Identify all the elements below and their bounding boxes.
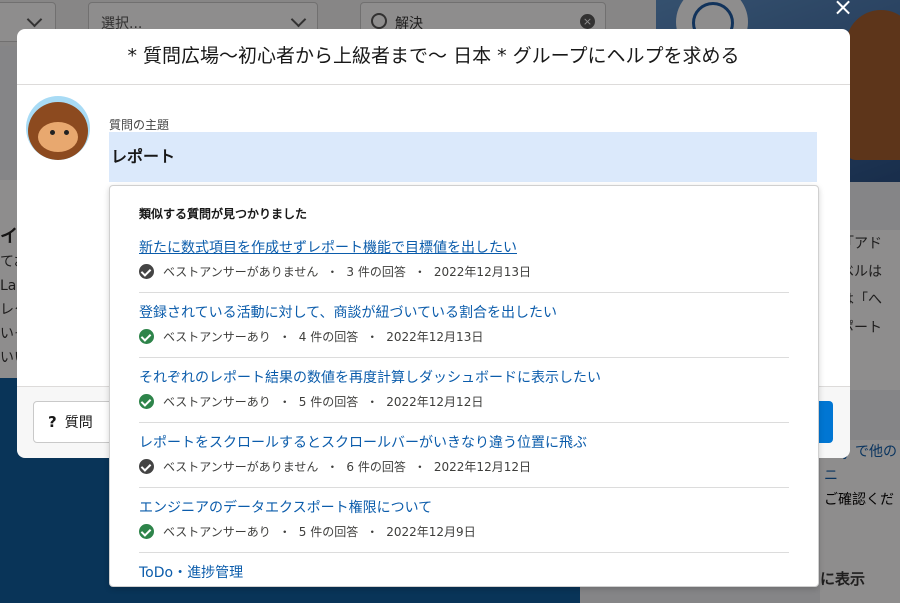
separator: ・ xyxy=(326,460,339,474)
separator: ・ xyxy=(413,265,426,279)
question-date: 2022年12月13日 xyxy=(433,265,531,279)
separator: ・ xyxy=(326,265,339,279)
ask-button-label: 質問 xyxy=(64,415,93,431)
question-meta: ベストアンサーあり・ 5 件の回答・ 2022年12月9日 xyxy=(139,523,476,540)
question-link[interactable]: ToDo・進捗管理 xyxy=(139,562,243,582)
list-item[interactable]: ToDo・進捗管理 xyxy=(139,553,789,586)
question-date: 2022年12月9日 xyxy=(386,525,476,539)
separator: ・ xyxy=(278,395,291,409)
separator: ・ xyxy=(278,525,291,539)
answer-count: 5 件の回答 xyxy=(298,525,359,539)
check-circle-icon xyxy=(139,459,154,474)
question-link[interactable]: それぞれのレポート結果の数値を再度計算しダッシュボードに表示したい xyxy=(139,367,601,387)
check-circle-icon xyxy=(139,524,154,539)
best-answer-status: ベストアンサーあり xyxy=(163,395,271,409)
question-icon: ? xyxy=(48,413,57,431)
subject-label: 質問の主題 xyxy=(109,118,170,132)
list-item[interactable]: それぞれのレポート結果の数値を再度計算しダッシュボードに表示したいベストアンサー… xyxy=(139,358,789,423)
question-link[interactable]: 登録されている活動に対して、商談が紐づいている割合を出したい xyxy=(139,302,557,322)
answer-count: 4 件の回答 xyxy=(298,330,359,344)
best-answer-status: ベストアンサーあり xyxy=(163,525,271,539)
best-answer-status: ベストアンサーあり xyxy=(163,330,271,344)
list-item[interactable]: 新たに数式項目を作成せずレポート機能で目標値を出したいベストアンサーがありません… xyxy=(139,228,789,293)
question-link[interactable]: レポートをスクロールするとスクロールバーがいきなり違う位置に飛ぶ xyxy=(139,432,587,452)
question-meta: ベストアンサーがありません・ 3 件の回答・ 2022年12月13日 xyxy=(139,263,531,280)
question-meta: ベストアンサーがありません・ 6 件の回答・ 2022年12月12日 xyxy=(139,458,531,475)
close-icon[interactable]: × xyxy=(830,0,856,20)
question-date: 2022年12月12日 xyxy=(433,460,531,474)
answer-count: 3 件の回答 xyxy=(346,265,406,279)
list-item[interactable]: 登録されている活動に対して、商談が紐づいている割合を出したい ベストアンサーあり・… xyxy=(139,293,789,358)
list-item[interactable]: レポートをスクロールするとスクロールバーがいきなり違う位置に飛ぶベストアンサーが… xyxy=(139,423,789,488)
separator: ・ xyxy=(366,395,379,409)
best-answer-status: ベストアンサーがありません xyxy=(163,265,319,279)
separator: ・ xyxy=(366,525,379,539)
similar-questions-dropdown: 類似する質問が見つかりました 新たに数式項目を作成せずレポート機能で目標値を出し… xyxy=(109,185,819,587)
check-circle-icon xyxy=(139,394,154,409)
separator: ・ xyxy=(413,460,426,474)
check-circle-icon xyxy=(139,329,154,344)
list-item[interactable]: エンジニアのデータエクスポート権限について ベストアンサーあり・ 5 件の回答・ 20… xyxy=(139,488,789,553)
question-meta: ベストアンサーあり・ 4 件の回答・ 2022年12月13日 xyxy=(139,328,483,345)
question-date: 2022年12月12日 xyxy=(386,395,484,409)
question-meta: ベストアンサーあり・ 5 件の回答・ 2022年12月12日 xyxy=(139,393,483,410)
question-link[interactable]: 新たに数式項目を作成せずレポート機能で目標値を出したい xyxy=(139,237,517,257)
subject-input[interactable]: レポート xyxy=(109,132,817,182)
check-circle-icon xyxy=(139,264,154,279)
modal-title: * 質問広場〜初心者から上級者まで〜 日本 * グループにヘルプを求める xyxy=(17,29,850,85)
separator: ・ xyxy=(366,330,379,344)
avatar xyxy=(26,96,90,160)
question-link[interactable]: エンジニアのデータエクスポート権限について xyxy=(139,497,432,517)
answer-count: 6 件の回答 xyxy=(346,460,406,474)
separator: ・ xyxy=(278,330,291,344)
similar-questions-title: 類似する質問が見つかりました xyxy=(139,207,308,221)
question-date: 2022年12月13日 xyxy=(386,330,484,344)
similar-questions-list: 新たに数式項目を作成せずレポート機能で目標値を出したいベストアンサーがありません… xyxy=(139,228,789,586)
best-answer-status: ベストアンサーがありません xyxy=(163,460,319,474)
answer-count: 5 件の回答 xyxy=(298,395,359,409)
